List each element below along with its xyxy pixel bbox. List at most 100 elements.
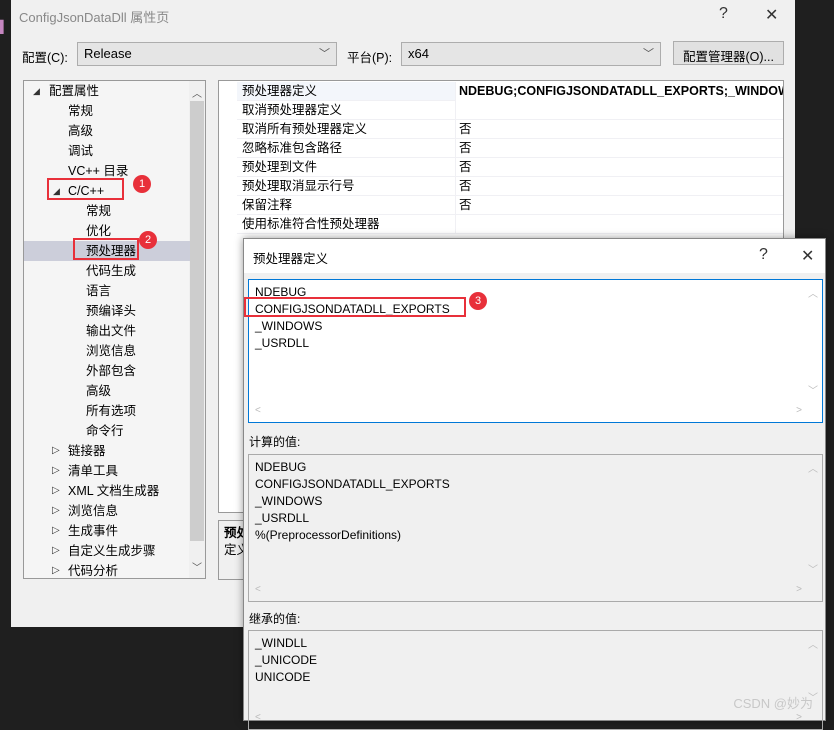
property-row[interactable]: 忽略标准包含路径 否: [237, 139, 783, 158]
tree-item-root[interactable]: 配置属性: [49, 81, 99, 101]
computed-line: CONFIGJSONDATADLL_EXPORTS: [255, 477, 450, 491]
property-row[interactable]: 预处理到文件 否: [237, 158, 783, 177]
tree-item[interactable]: 常规: [68, 101, 93, 121]
property-value[interactable]: 否: [455, 196, 783, 215]
property-row[interactable]: 预处理取消显示行号 否: [237, 177, 783, 196]
collapsed-icon[interactable]: ▷: [52, 545, 60, 556]
computed-line: NDEBUG: [255, 460, 307, 474]
property-value[interactable]: [455, 215, 783, 234]
scroll-down-icon[interactable]: ﹀: [192, 559, 202, 574]
tree-item[interactable]: XML 文档生成器: [68, 481, 159, 501]
platform-value: x64: [408, 46, 429, 61]
inherited-line: UNICODE: [255, 670, 311, 684]
property-name: 取消预处理器定义: [242, 103, 343, 117]
property-row[interactable]: 预处理器定义 NDEBUG;CONFIGJSONDATADLL_EXPORTS;_…: [237, 82, 783, 101]
tree-item[interactable]: 外部包含: [86, 361, 136, 381]
platform-select[interactable]: x64 ﹀: [401, 42, 661, 66]
platform-label: 平台(P):: [347, 51, 393, 65]
close-button[interactable]: ✕: [765, 5, 778, 25]
computed-line: %(PreprocessorDefinitions): [255, 528, 402, 542]
highlight-box-1: [47, 178, 124, 200]
property-value[interactable]: NDEBUG;CONFIGJSONDATADLL_EXPORTS;_WINDOW: [455, 82, 783, 101]
scroll-down-icon[interactable]: ﹀: [808, 562, 818, 579]
definition-line: _WINDOWS: [255, 319, 323, 333]
collapsed-icon[interactable]: ▷: [52, 485, 60, 496]
computed-line: _USRDLL: [255, 511, 310, 525]
collapsed-icon[interactable]: ▷: [52, 465, 60, 476]
code-fragment: ▌: [0, 20, 8, 34]
annotation-badge-3: 3: [469, 292, 487, 310]
tree-item[interactable]: 生成事件: [68, 521, 118, 541]
tree-item[interactable]: 高级: [68, 121, 93, 141]
inherited-line: _UNICODE: [255, 653, 318, 667]
inherited-line: _WINDLL: [255, 636, 308, 650]
tree-item[interactable]: 所有选项: [86, 401, 136, 421]
collapsed-icon[interactable]: ▷: [52, 445, 60, 456]
tree-item[interactable]: 高级: [86, 381, 111, 401]
property-name: 保留注释: [242, 198, 293, 212]
tree-item[interactable]: 浏览信息: [68, 501, 118, 521]
tree-item[interactable]: 浏览信息: [86, 341, 136, 361]
scroll-left-icon[interactable]: <: [255, 581, 261, 598]
chevron-down-icon: ﹀: [643, 48, 654, 60]
config-manager-button[interactable]: 配置管理器(O)...: [673, 41, 784, 65]
collapsed-icon[interactable]: ▷: [52, 505, 60, 516]
tree-item[interactable]: 命令行: [86, 421, 124, 441]
dialog-titlebar: 预处理器定义 ? ✕: [244, 239, 825, 273]
scroll-down-icon[interactable]: ﹀: [808, 383, 818, 400]
settings-tree[interactable]: ︿ ﹀ ◢ 配置属性 常规 高级 调试 VC++ 目录 ◢ C/C++ 常规 优化 预处理器 代码生成 语言…: [23, 80, 206, 579]
tree-item[interactable]: 调试: [68, 141, 93, 161]
highlight-box-3: [244, 297, 466, 317]
property-name: 取消所有预处理器定义: [242, 122, 368, 136]
property-name: 预处理器定义: [242, 84, 318, 98]
chevron-down-icon: ﹀: [319, 48, 330, 60]
collapsed-icon[interactable]: ▷: [52, 525, 60, 536]
collapsed-icon[interactable]: ▷: [52, 565, 60, 576]
property-value[interactable]: 否: [455, 139, 783, 158]
property-value[interactable]: 否: [455, 120, 783, 139]
definition-line: _USRDLL: [255, 336, 310, 350]
scroll-up-icon[interactable]: ︿: [808, 286, 818, 303]
scrollbar-thumb[interactable]: [190, 101, 204, 541]
property-value[interactable]: 否: [455, 177, 783, 196]
tree-item[interactable]: 常规: [86, 201, 111, 221]
scroll-left-icon[interactable]: <: [255, 709, 261, 726]
highlight-box-2: [73, 238, 139, 260]
computed-line: _WINDOWS: [255, 494, 323, 508]
tree-item[interactable]: 语言: [86, 281, 111, 301]
property-row[interactable]: 使用标准符合性预处理器: [237, 215, 783, 234]
computed-label: 计算的值:: [249, 435, 301, 449]
annotation-badge-1: 1: [133, 175, 151, 193]
dialog-help-button[interactable]: ?: [759, 246, 768, 264]
expanded-icon[interactable]: ◢: [33, 86, 40, 97]
scroll-right-icon[interactable]: >: [796, 402, 802, 419]
config-select[interactable]: Release ﹀: [77, 42, 337, 66]
tree-scrollbar[interactable]: ︿ ﹀: [189, 81, 205, 578]
tree-item[interactable]: 链接器: [68, 441, 106, 461]
property-name: 预处理取消显示行号: [242, 179, 355, 193]
tree-item[interactable]: 自定义生成步骤: [68, 541, 156, 561]
property-row[interactable]: 取消所有预处理器定义 否: [237, 120, 783, 139]
property-row[interactable]: 取消预处理器定义: [237, 101, 783, 120]
scroll-right-icon[interactable]: >: [796, 581, 802, 598]
scroll-up-icon[interactable]: ︿: [808, 461, 818, 478]
tree-item[interactable]: 代码分析: [68, 561, 118, 581]
dialog-close-button[interactable]: ✕: [801, 246, 814, 266]
tree-item[interactable]: 输出文件: [86, 321, 136, 341]
tree-item[interactable]: 代码生成: [86, 261, 136, 281]
config-label: 配置(C):: [22, 51, 68, 65]
property-name: 忽略标准包含路径: [242, 141, 343, 155]
tree-item[interactable]: 清单工具: [68, 461, 118, 481]
scroll-up-icon[interactable]: ︿: [192, 85, 202, 100]
tree-item[interactable]: 预编译头: [86, 301, 136, 321]
computed-values: NDEBUG CONFIGJSONDATADLL_EXPORTS _WINDOWS _…: [248, 454, 823, 602]
scroll-left-icon[interactable]: <: [255, 402, 261, 419]
help-button[interactable]: ?: [719, 5, 728, 23]
inherited-label: 继承的值:: [249, 612, 301, 626]
property-name: 预处理到文件: [242, 160, 318, 174]
scroll-up-icon[interactable]: ︿: [808, 637, 818, 654]
watermark: CSDN @妙为: [733, 696, 813, 711]
property-row[interactable]: 保留注释 否: [237, 196, 783, 215]
property-value[interactable]: 否: [455, 158, 783, 177]
property-value[interactable]: [455, 101, 783, 120]
